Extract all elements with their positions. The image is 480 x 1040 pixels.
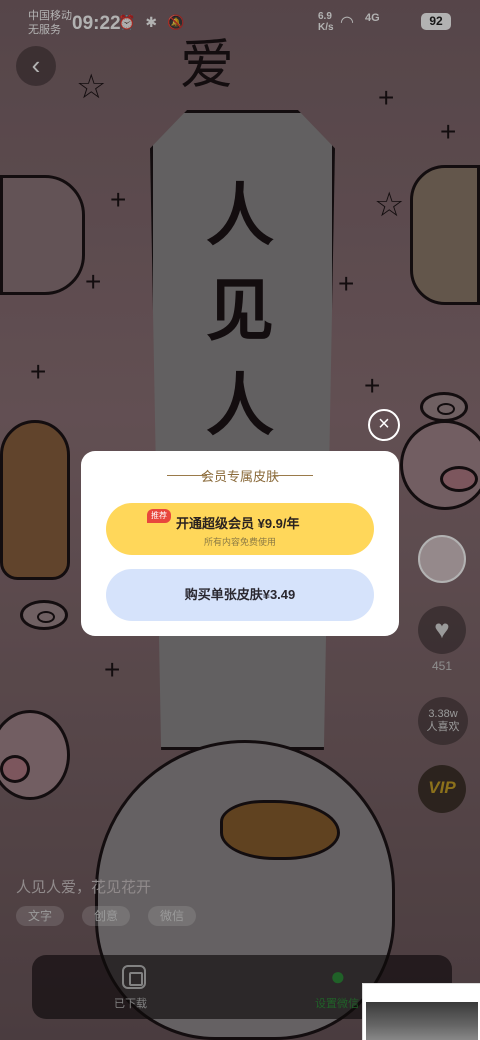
- close-icon: ×: [378, 413, 390, 435]
- vip-option-subtitle: 所有内容免费使用: [203, 537, 276, 547]
- thumbnail-image: [366, 1002, 478, 1040]
- close-button[interactable]: ×: [368, 409, 400, 441]
- buy-single-skin-button[interactable]: 购买单张皮肤¥3.49: [106, 569, 374, 621]
- open-super-vip-button[interactable]: 推荐 开通超级会员 ¥9.9/年 所有内容免费使用: [106, 503, 374, 555]
- floating-preview-thumbnail[interactable]: [362, 983, 480, 1040]
- vip-option-label: 开通超级会员 ¥9.9/年: [176, 516, 300, 531]
- dialog-title: 会员专属皮肤: [200, 469, 279, 484]
- member-skin-dialog: 会员专属皮肤 推荐 开通超级会员 ¥9.9/年 所有内容免费使用 购买单张皮肤¥…: [81, 451, 399, 636]
- recommended-badge: 推荐: [147, 509, 171, 523]
- title-divider-right: [273, 475, 313, 476]
